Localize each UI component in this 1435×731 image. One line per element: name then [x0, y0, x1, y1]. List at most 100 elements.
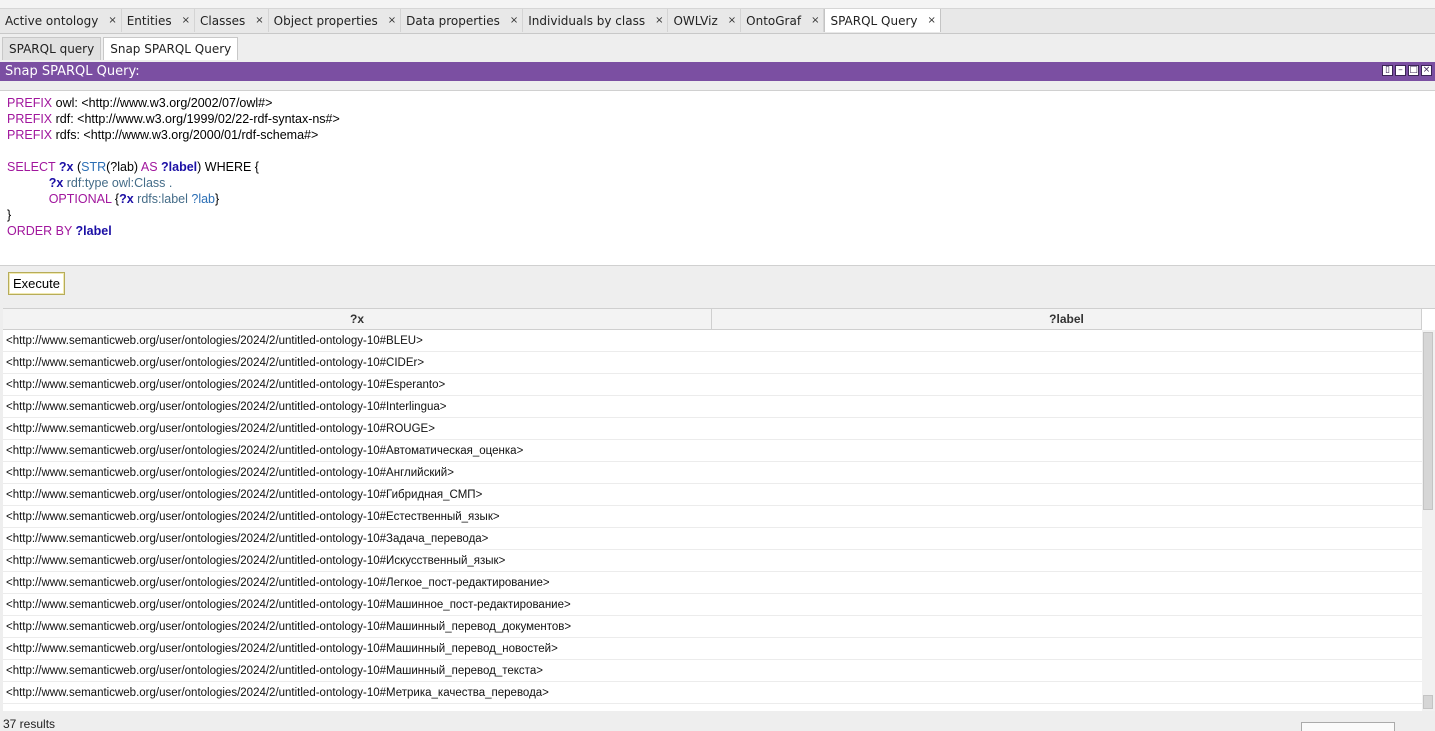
table-row[interactable]: <http://www.semanticweb.org/user/ontolog… — [3, 616, 1422, 638]
var-x: ?x — [119, 192, 134, 206]
var-x: ?x — [48, 176, 64, 190]
where-clause-open: ) WHERE { — [197, 160, 259, 174]
cell-x: <http://www.semanticweb.org/user/ontolog… — [6, 664, 543, 677]
tab-label: Object properties — [273, 13, 378, 28]
scrollbar-thumb[interactable] — [1423, 332, 1433, 510]
execute-area: Execute — [0, 266, 1435, 306]
cell-x: <http://www.semanticweb.org/user/ontolog… — [6, 532, 489, 545]
table-row[interactable]: <http://www.semanticweb.org/user/ontolog… — [3, 660, 1422, 682]
status-field — [1301, 722, 1395, 731]
table-row[interactable]: <http://www.semanticweb.org/user/ontolog… — [3, 528, 1422, 550]
subtab-sparql-query[interactable]: SPARQL query — [2, 37, 102, 60]
table-row[interactable]: <http://www.semanticweb.org/user/ontolog… — [3, 440, 1422, 462]
cell-x: <http://www.semanticweb.org/user/ontolog… — [6, 400, 447, 413]
workspace-tab-bar: Active ontology × Entities × Classes × Obje… — [0, 9, 1435, 34]
var-label: ?label — [161, 160, 198, 174]
close-icon[interactable]: × — [510, 15, 518, 26]
prefix-keyword: PREFIX — [7, 128, 53, 142]
table-row[interactable]: <http://www.semanticweb.org/user/ontolog… — [3, 594, 1422, 616]
prefix-name: owl: — [52, 96, 82, 110]
cell-x: <http://www.semanticweb.org/user/ontolog… — [6, 620, 572, 633]
tab-label: SPARQL Query — [830, 13, 918, 28]
results-header: ?x ?label — [3, 309, 1422, 330]
cell-x: <http://www.semanticweb.org/user/ontolog… — [6, 598, 571, 611]
table-row[interactable]: <http://www.semanticweb.org/user/ontolog… — [3, 352, 1422, 374]
close-icon[interactable]: × — [728, 15, 736, 26]
scrollbar-thumb-lower[interactable] — [1423, 695, 1433, 709]
table-row[interactable]: <http://www.semanticweb.org/user/ontolog… — [3, 418, 1422, 440]
table-row[interactable]: <http://www.semanticweb.org/user/ontolog… — [3, 462, 1422, 484]
tab-ontograf[interactable]: OntoGraf × — [741, 9, 825, 32]
tab-label: Active ontology — [5, 13, 99, 28]
tab-object-properties[interactable]: Object properties × — [269, 9, 402, 32]
var-x: ?x — [58, 160, 74, 174]
cell-x: <http://www.semanticweb.org/user/ontolog… — [6, 444, 524, 457]
table-row[interactable]: <http://www.semanticweb.org/user/ontolog… — [3, 374, 1422, 396]
var-lab: ?lab — [187, 192, 215, 206]
punct: ( — [73, 160, 82, 174]
maximize-icon[interactable]: □ — [1408, 65, 1419, 76]
split-view-icon[interactable]: ▯ — [1382, 65, 1393, 76]
results-scrollbar[interactable] — [1422, 330, 1435, 711]
order-by-line: ORDER BY ?label — [7, 223, 1435, 239]
close-icon[interactable]: × — [388, 15, 396, 26]
tab-individuals-by-class[interactable]: Individuals by class × — [523, 9, 669, 32]
select-line: SELECT ?x (STR(?lab) AS ?label) WHERE { — [7, 159, 1435, 175]
cell-x: <http://www.semanticweb.org/user/ontolog… — [6, 510, 500, 523]
results-table: ?x ?label <http://www.semanticweb.org/us… — [3, 308, 1435, 711]
cell-x: <http://www.semanticweb.org/user/ontolog… — [6, 334, 423, 347]
column-header-label[interactable]: ?label — [712, 309, 1422, 329]
table-row[interactable]: <http://www.semanticweb.org/user/ontolog… — [3, 396, 1422, 418]
order-by-keyword: ORDER BY — [7, 224, 76, 238]
table-row[interactable]: <http://www.semanticweb.org/user/ontolog… — [3, 550, 1422, 572]
cell-x: <http://www.semanticweb.org/user/ontolog… — [6, 554, 506, 567]
tab-entities[interactable]: Entities × — [122, 9, 196, 32]
close-icon[interactable]: × — [108, 15, 116, 26]
tab-owlviz[interactable]: OWLViz × — [668, 9, 742, 32]
table-row[interactable]: <http://www.semanticweb.org/user/ontolog… — [3, 506, 1422, 528]
optional-keyword: OPTIONAL — [48, 192, 112, 206]
close-icon[interactable]: × — [182, 15, 190, 26]
close-view-icon[interactable]: × — [1421, 65, 1432, 76]
cell-x: <http://www.semanticweb.org/user/ontolog… — [6, 576, 550, 589]
table-row[interactable]: <http://www.semanticweb.org/user/ontolog… — [3, 330, 1422, 352]
prefix-line-rdfs: PREFIX rdfs: <http://www.w3.org/2000/01/… — [7, 127, 1435, 143]
close-icon[interactable]: × — [655, 15, 663, 26]
cell-x: <http://www.semanticweb.org/user/ontolog… — [6, 422, 435, 435]
table-row[interactable]: <http://www.semanticweb.org/user/ontolog… — [3, 682, 1422, 704]
owl-class-object: owl:Class . — [108, 176, 173, 190]
close-brace-line: } — [7, 208, 12, 222]
cell-x: <http://www.semanticweb.org/user/ontolog… — [6, 642, 558, 655]
as-keyword: AS — [138, 160, 162, 174]
tab-label: Individuals by class — [528, 13, 646, 28]
prefix-line-owl: PREFIX owl: <http://www.w3.org/2002/07/o… — [7, 95, 1435, 111]
table-row[interactable]: <http://www.semanticweb.org/user/ontolog… — [3, 638, 1422, 660]
tab-data-properties[interactable]: Data properties × — [401, 9, 524, 32]
table-row[interactable]: <http://www.semanticweb.org/user/ontolog… — [3, 572, 1422, 594]
subtab-snap-sparql-query[interactable]: Snap SPARQL Query — [103, 37, 239, 60]
results-rows: <http://www.semanticweb.org/user/ontolog… — [3, 330, 1422, 704]
close-icon[interactable]: × — [928, 15, 936, 26]
view-title: Snap SPARQL Query: — [5, 64, 140, 79]
minimize-icon[interactable]: – — [1395, 65, 1406, 76]
table-row[interactable]: <http://www.semanticweb.org/user/ontolog… — [3, 484, 1422, 506]
query-subtab-bar: SPARQL query Snap SPARQL Query — [0, 37, 1435, 61]
cell-x: <http://www.semanticweb.org/user/ontolog… — [6, 356, 425, 369]
rdfs-label-predicate: rdfs:label — [133, 192, 188, 206]
tab-active-ontology[interactable]: Active ontology × — [0, 9, 122, 32]
prefix-name: rdfs: — [52, 128, 84, 142]
triple-line-type: ?x rdf:type owl:Class . — [7, 175, 1435, 191]
column-header-x[interactable]: ?x — [3, 309, 712, 329]
cell-x: <http://www.semanticweb.org/user/ontolog… — [6, 488, 483, 501]
tab-classes[interactable]: Classes × — [195, 9, 269, 32]
tab-sparql-query[interactable]: SPARQL Query × — [824, 9, 941, 32]
prefix-iri: <http://www.w3.org/2000/01/rdf-schema#> — [83, 128, 319, 142]
close-icon[interactable]: × — [255, 15, 263, 26]
window-top-strip — [0, 0, 1435, 9]
execute-button[interactable]: Execute — [8, 272, 65, 295]
sparql-query-editor[interactable]: PREFIX owl: <http://www.w3.org/2002/07/o… — [0, 90, 1435, 266]
punct: } — [215, 192, 220, 206]
tab-label: Data properties — [406, 13, 500, 28]
close-icon[interactable]: × — [811, 15, 819, 26]
